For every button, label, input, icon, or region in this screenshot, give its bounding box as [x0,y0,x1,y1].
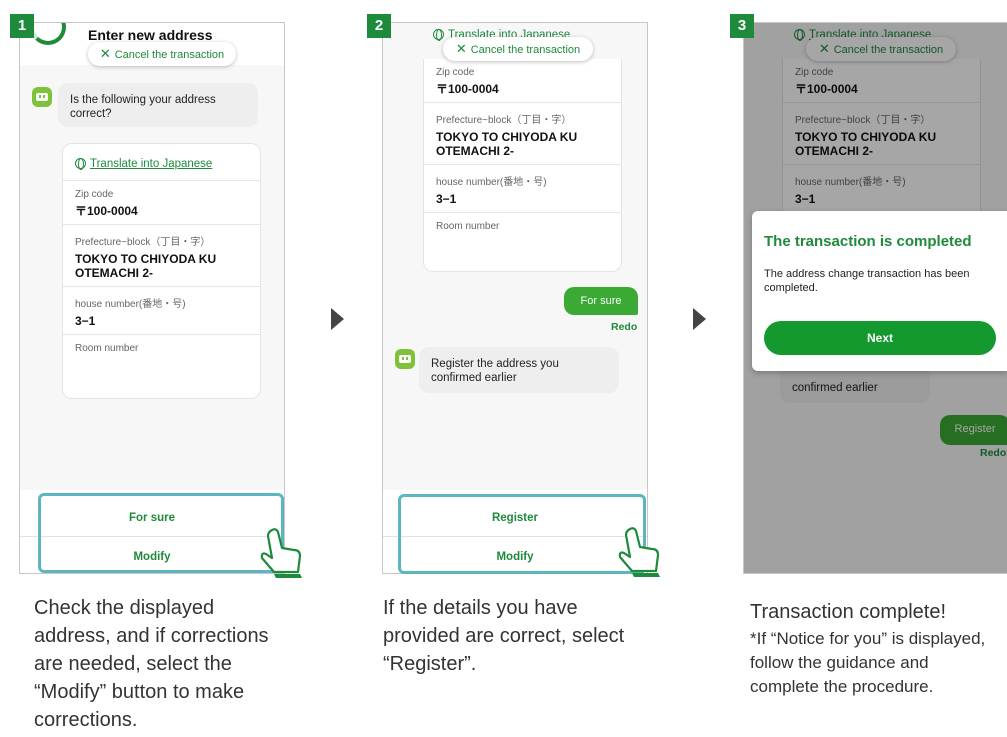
next-step-arrow-icon [331,308,344,330]
prefecture-value: TOKYO TO CHIYODA KU OTEMACHI 2- [75,252,217,280]
step-3-note: *If “Notice for you” is displayed, follo… [750,629,986,696]
step-3-caption: Transaction complete! [750,601,947,623]
address-card: Zip code 〒100-0004 Prefecture~block（丁目・字）… [423,59,622,272]
prefecture-label: Prefecture~block（丁目・字） [75,237,211,248]
room-number-label: Room number [436,221,500,232]
house-number-label: house number(番地・号) [75,299,186,310]
step-1-badge: 1 [10,14,34,38]
completion-dialog: The transaction is completed The address… [752,211,1007,371]
phone-screen-step-2: Translate into Japanese ✕ Cancel the tran… [382,22,648,574]
room-number-label: Room number [75,343,139,354]
house-number-label: house number(番地・号) [436,177,547,188]
step-2-badge: 2 [367,14,391,38]
page-title: Enter new address [88,27,213,43]
prefecture-label: Prefecture~block（丁目・字） [436,115,572,126]
prefecture-value: TOKYO TO CHIYODA KU OTEMACHI 2- [436,130,578,158]
globe-icon [433,29,444,41]
tap-hand-icon [260,528,302,578]
bot-message: Register the address you confirmed earli… [419,347,619,393]
step-3-badge: 3 [730,14,754,38]
zip-value: 〒100-0004 [75,204,138,218]
translate-link[interactable]: Translate into Japanese [90,158,212,170]
house-number-value: 3−1 [436,192,457,206]
tap-hand-icon [618,527,660,577]
progress-ring-icon [30,23,66,45]
cancel-transaction-button[interactable]: ✕ Cancel the transaction [443,37,593,61]
next-button[interactable]: Next [764,321,996,355]
zip-value: 〒100-0004 [436,82,499,96]
cancel-label: Cancel the transaction [114,49,225,61]
cancel-label: Cancel the transaction [470,44,581,56]
house-number-value: 3−1 [75,314,96,328]
bot-avatar-icon [395,349,415,369]
next-step-arrow-icon [693,308,706,330]
dialog-title: The transaction is completed [764,233,972,250]
dialog-message: The address change transaction has been … [764,268,970,294]
step-2-caption: If the details you have provided are cor… [383,597,625,675]
close-icon: ✕ [99,46,111,61]
selection-highlight [398,494,646,574]
bot-avatar-icon [32,87,52,107]
redo-link[interactable]: Redo [611,321,637,333]
user-reply-bubble: For sure [564,287,638,315]
phone-screen-step-3: Translate into Japanese ✕ Cancel the tran… [743,22,1007,574]
close-icon: ✕ [455,41,467,56]
phone-screen-step-1: Enter new address ✕ Cancel the transactio… [19,22,285,574]
globe-icon [75,158,86,170]
cancel-transaction-button[interactable]: ✕ Cancel the transaction [88,42,236,66]
address-card: Translate into Japanese Zip code 〒100-000… [62,143,261,399]
step-1-caption: Check the displayed address, and if corr… [34,597,269,731]
zip-label: Zip code [75,189,114,200]
zip-label: Zip code [436,67,475,78]
bot-message: Is the following your address correct? [58,83,258,127]
selection-highlight [38,493,284,573]
